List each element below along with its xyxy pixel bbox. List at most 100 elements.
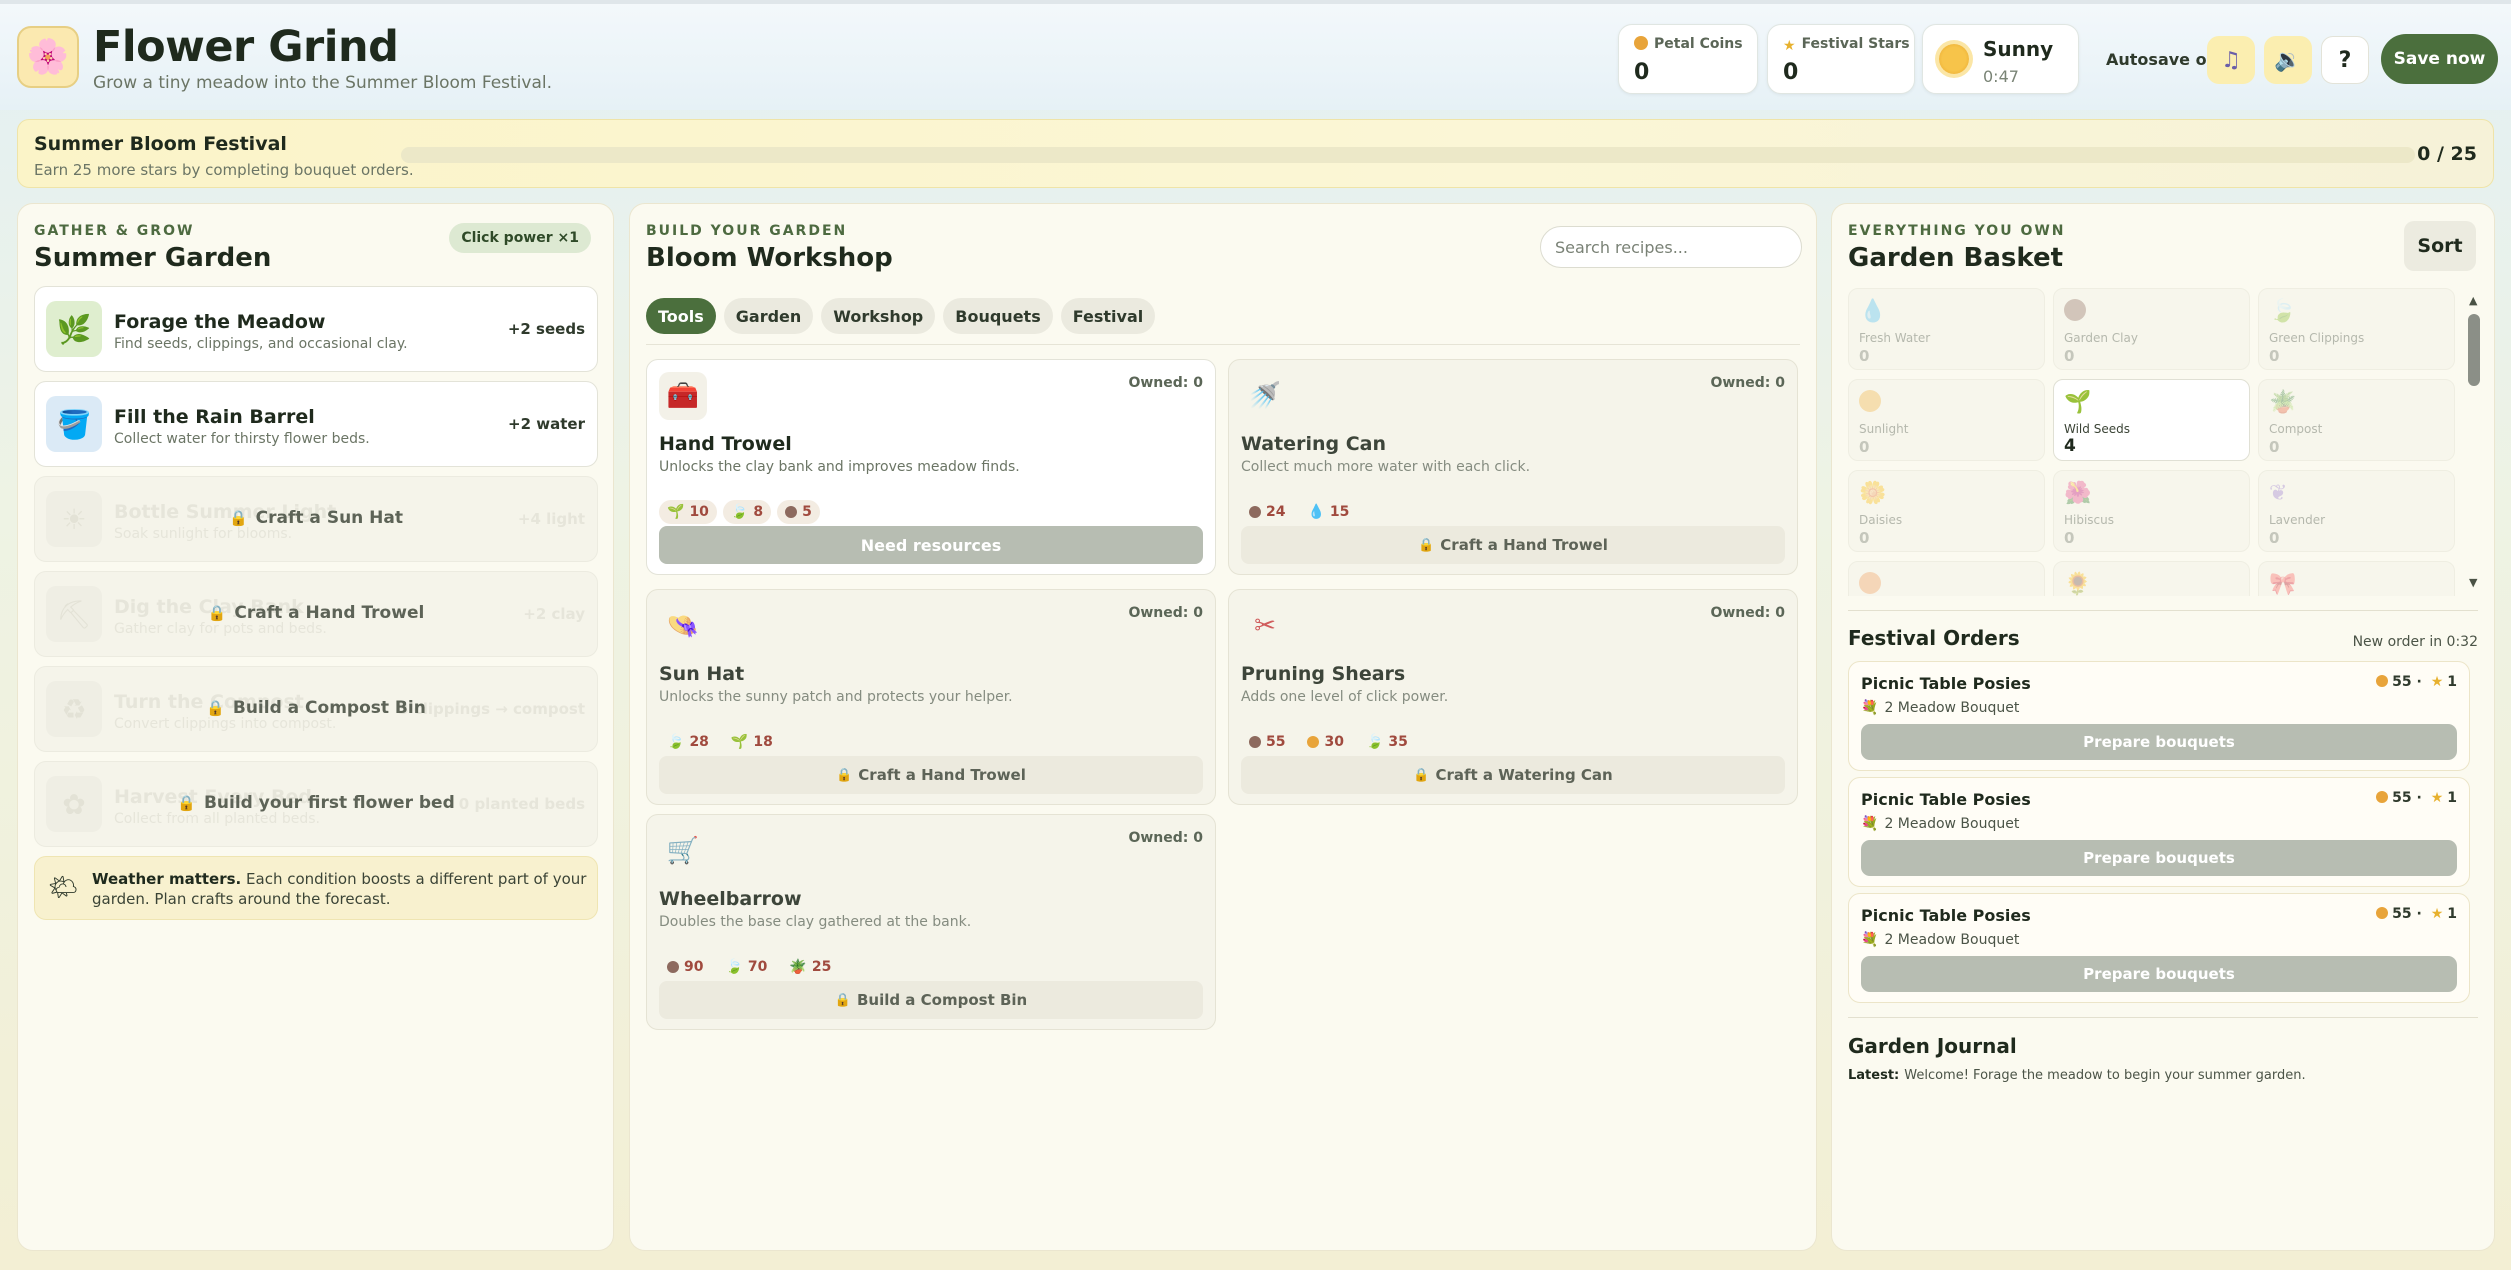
action-desc: Soak sunlight for blooms. — [114, 526, 293, 542]
recipe-costs: 24 💧 15 — [1241, 500, 1357, 524]
festival-banner: Summer Bloom Festival Earn 25 more stars… — [17, 119, 2494, 188]
prepare-bouquets-button[interactable]: Prepare bouquets — [1861, 840, 2457, 876]
item-name: Lavender — [2269, 513, 2326, 527]
cost-chip: 🍃 70 — [725, 959, 768, 975]
cart-icon: 🛒 — [666, 836, 700, 866]
water-drop-icon: 💧 — [1859, 299, 1887, 324]
order-card: Picnic Table Posies 55 · ★ 1 💐 2 Meadow Bo… — [1848, 777, 2470, 887]
help-button[interactable]: ? — [2321, 36, 2369, 84]
coin-icon — [2376, 907, 2389, 919]
item-count: 0 — [2269, 347, 2280, 365]
order-reward: 55 · ★ 1 — [2376, 790, 2457, 806]
action-desc: Find seeds, clippings, and occasional cl… — [114, 336, 408, 352]
lavender-icon: ❦ — [2269, 481, 2288, 506]
star-icon: ★ — [1783, 38, 1796, 54]
tab-divider — [646, 344, 1800, 345]
tab-tools[interactable]: Tools — [646, 298, 716, 334]
recipe-desc: Adds one level of click power. — [1241, 689, 1449, 705]
toolbox-icon: 🧰 — [659, 372, 707, 420]
sunflower-icon: 🌻 — [2064, 572, 2092, 596]
inventory-scrollbar[interactable] — [2468, 314, 2480, 386]
action-gain: +2 water — [508, 415, 585, 433]
prepare-bouquets-button[interactable]: Prepare bouquets — [1861, 956, 2457, 992]
recipe-desc: Unlocks the clay bank and improves meado… — [659, 459, 1020, 475]
sun-icon — [1859, 390, 1881, 418]
recipe-desc: Unlocks the sunny patch and protects you… — [659, 689, 1013, 705]
garden-kicker: Gather & Grow — [34, 223, 195, 239]
daisy-icon: 🌼 — [1859, 481, 1887, 506]
inventory-item-compost: 🪴 Compost 0 — [2258, 379, 2455, 461]
save-now-button[interactable]: Save now — [2381, 34, 2498, 84]
music-toggle-button[interactable]: ♫ — [2207, 36, 2255, 84]
action-turn-compost: ♻ Turn the Compost Convert clippings int… — [34, 666, 598, 752]
scissors-icon: ✂ — [1254, 611, 1276, 641]
inventory-grid: 💧 Fresh Water 0 Garden Clay 0 🍃 Green Cl… — [1848, 288, 2460, 596]
recipe-name: Watering Can — [1241, 433, 1386, 455]
coin-icon — [1634, 36, 1648, 50]
inventory-item: 🎀 — [2258, 561, 2455, 596]
recipe-card-hand-trowel: 🧰 Owned: 0 Hand Trowel Unlocks the clay … — [646, 359, 1216, 575]
sprout-icon: 🌱 — [667, 504, 685, 520]
tab-workshop[interactable]: Workshop — [821, 298, 936, 334]
tab-festival[interactable]: Festival — [1060, 298, 1156, 334]
tab-bouquets[interactable]: Bouquets — [943, 298, 1053, 334]
action-forage-meadow[interactable]: 🌿 Forage the Meadow Find seeds, clipping… — [34, 286, 598, 372]
leaf-icon: 🍃 — [667, 734, 685, 750]
action-bottle-summer-light: ☀ Bottle Summer Light Soak sunlight for … — [34, 476, 598, 562]
marigold-icon — [1859, 572, 1881, 596]
owned-count: Owned: 0 — [1128, 605, 1203, 621]
item-name: Sunlight — [1859, 422, 1909, 436]
inventory-item-sunlight: Sunlight 0 — [1848, 379, 2045, 461]
lock-icon: 🔒 — [207, 604, 227, 622]
tab-garden[interactable]: Garden — [723, 298, 814, 334]
cost-chip: 90 — [659, 955, 711, 979]
new-order-timer: New order in 0:32 — [2352, 634, 2478, 650]
lock-icon: 🔒 — [836, 767, 853, 783]
item-name: Daisies — [1859, 513, 1903, 527]
festival-subtitle: Earn 25 more stars by completing bouquet… — [34, 161, 414, 179]
app-subtitle: Grow a tiny meadow into the Summer Bloom… — [93, 73, 552, 93]
recipe-search-input[interactable] — [1540, 226, 1802, 268]
lock-icon: 🔒 — [1413, 767, 1430, 783]
sprout-icon: 🌱 — [730, 734, 749, 750]
festival-title: Summer Bloom Festival — [34, 133, 287, 155]
item-count: 0 — [2064, 529, 2075, 547]
leaf-icon: 🍃 — [725, 959, 743, 975]
prepare-bouquets-button[interactable]: Prepare bouquets — [1861, 724, 2457, 760]
lock-icon: 🔒 — [1418, 537, 1435, 553]
click-power-badge: Click power ×1 — [449, 223, 591, 253]
action-desc: Convert clippings into compost. — [114, 716, 337, 732]
inventory-item-lavender: ❦ Lavender 0 — [2258, 470, 2455, 552]
scroll-down-arrow-icon[interactable]: ▼ — [2469, 576, 2477, 589]
clay-icon — [1249, 506, 1261, 518]
clay-icon — [667, 961, 679, 973]
item-name: Garden Clay — [2064, 331, 2138, 345]
lock-icon: 🔒 — [228, 509, 248, 527]
craft-button[interactable]: Need resources — [659, 526, 1203, 564]
sound-toggle-button[interactable]: 🔉 — [2264, 36, 2312, 84]
music-note-icon: ♫ — [2221, 47, 2241, 73]
compost-icon: 🪴 — [789, 959, 807, 975]
sort-button[interactable]: Sort — [2404, 221, 2476, 271]
item-count: 0 — [1859, 347, 1870, 365]
leaf-icon: 🍃 — [730, 504, 749, 520]
owned-count: Owned: 0 — [1128, 375, 1203, 391]
action-fill-rain-barrel[interactable]: 🪣 Fill the Rain Barrel Collect water for… — [34, 381, 598, 467]
item-count: 0 — [2269, 529, 2280, 547]
order-name: Picnic Table Posies — [1861, 790, 2031, 809]
cost-chip: 30 — [1299, 730, 1351, 754]
sun-cloud-icon: 🌤 — [48, 873, 79, 901]
petal-coins-value: 0 — [1634, 60, 1650, 85]
sprout-icon: 🌱 — [2064, 390, 2092, 415]
locked-craft-button: 🔒 Craft a Watering Can — [1241, 756, 1785, 794]
order-reward: 55 · ★ 1 — [2376, 674, 2457, 690]
festival-stars-label: Festival Stars — [1801, 36, 1910, 52]
action-desc: Gather clay for pots and beds. — [114, 621, 327, 637]
action-harvest-every-bed: ✿ Harvest Every Bed Collect from all pla… — [34, 761, 598, 847]
scroll-up-arrow-icon[interactable]: ▲ — [2469, 294, 2477, 307]
recipe-card-wheelbarrow: 🛒 Owned: 0 Wheelbarrow Doubles the base … — [646, 814, 1216, 1030]
workshop-kicker: Build your garden — [646, 223, 848, 239]
action-name: Forage the Meadow — [114, 311, 326, 333]
order-card: Picnic Table Posies 55 · ★ 1 💐 2 Meadow Bo… — [1848, 893, 2470, 1003]
tip-bold: Weather matters. — [92, 870, 242, 888]
